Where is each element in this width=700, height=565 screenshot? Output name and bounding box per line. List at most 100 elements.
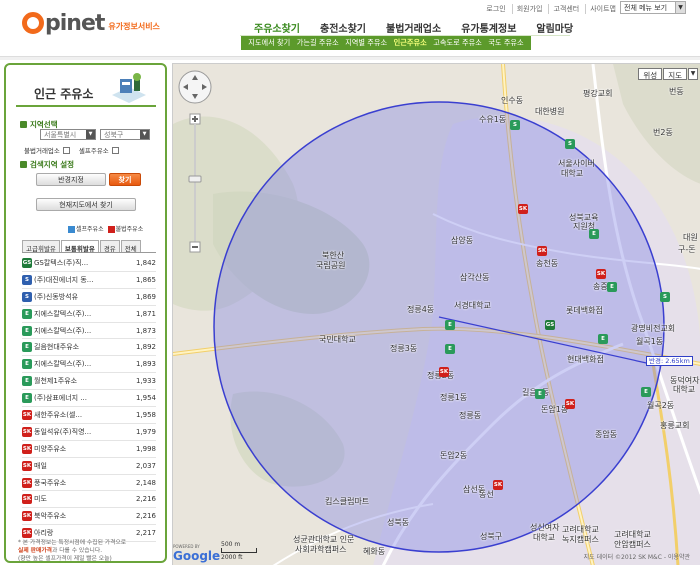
station-row[interactable]: SK 풍국주유소 2,148 [22,475,156,492]
map-station-pin[interactable]: E [589,229,599,239]
map-place-label: 현대백화점 [567,355,604,364]
station-price: 2,216 [135,512,156,521]
station-name: GS칼텍스(주)직... [34,258,89,267]
station-row[interactable]: SK 미양주유소 1,998 [22,441,156,458]
city-value: 서울특별시 [44,130,77,139]
map-station-pin[interactable]: E [445,344,455,354]
brand-icon: SK [22,460,32,471]
logo-text: pinet [45,10,105,36]
brand-icon: SK [22,528,32,539]
station-row[interactable]: SK 북악주유소 2,216 [22,508,156,526]
chevron-down-icon: ▼ [675,2,685,13]
station-name: 지에스칼텍스(주)... [34,326,92,335]
signup-link[interactable]: 회원가입 [511,4,547,14]
map-station-pin[interactable]: S [510,120,520,130]
map-station-pin[interactable]: E [641,387,651,397]
brand-icon: GS [22,257,32,268]
station-row[interactable]: E (주)삼표에너지 ... 1,954 [22,390,156,408]
station-row[interactable]: GS GS칼텍스(주)직... 1,842 [22,255,156,272]
station-name: 풍국주유소 [34,478,67,487]
google-logo[interactable]: POWERED BY Google [173,544,220,563]
station-price: 2,216 [135,495,156,504]
station-name: 지에스칼텍스(주)... [34,360,92,369]
map-station-pin[interactable]: SK [537,246,547,256]
map-station-pin[interactable]: SK [493,480,503,490]
logo-sub: 유가정보서비스 [108,21,160,31]
map-station-pin[interactable]: E [445,320,455,330]
map-place-label: 광명비전교회 [631,324,676,333]
brand-icon: SK [22,494,32,505]
brand-icon: SK [22,409,32,420]
station-row[interactable]: E 길음현대주유소 1,892 [22,339,156,357]
tab-all[interactable]: 전체 [120,240,141,253]
station-row[interactable]: SK 매일 2,037 [22,458,156,475]
map-station-pin[interactable]: E [535,389,545,399]
station-row[interactable]: E 지에스칼텍스(주)... 1,873 [22,323,156,340]
customer-center-link[interactable]: 고객센터 [548,4,583,14]
map-station-pin[interactable]: S [660,292,670,302]
subnav-route[interactable]: 가는길 주유소 [297,38,339,48]
station-row[interactable]: S (주)대진에너지 동... 1,865 [22,272,156,289]
station-row[interactable]: SK 미도 2,216 [22,491,156,509]
map-station-pin[interactable]: SK [596,269,606,279]
city-select[interactable]: 서울특별시 ▼ [40,129,96,140]
station-row[interactable]: E 지에스칼텍스(주)... 1,871 [22,306,156,323]
map-station-pin[interactable]: S [565,139,575,149]
station-row[interactable]: E 지에스칼텍스(주)... 1,893 [22,356,156,374]
map-type-satellite[interactable]: 위성 [638,68,663,80]
station-price: 1,871 [135,309,156,318]
legend-illegal-label: 불법주유소 [115,226,144,233]
illegal-checkbox[interactable] [62,146,70,154]
map-place-label: 대원 [683,233,698,242]
main-nav: 주유소찾기 충전소찾기 불법거래업소 유가통계정보 알림마당 [244,20,583,35]
nav-notice[interactable]: 알림마당 [526,20,583,35]
station-price: 1,954 [135,394,156,403]
scale-bar [221,548,257,553]
login-link[interactable]: 로그인 [482,4,509,14]
tab-regular[interactable]: 보통휘발유 [60,240,99,253]
self-checkbox[interactable] [111,146,119,154]
map-type-map[interactable]: 지도 [663,68,687,80]
opinet-logo[interactable]: pinet 유가정보서비스 [22,10,160,36]
station-row[interactable]: SK 새한주유소(셀... 1,958 [22,407,156,424]
map-place-label: 혜화동 [363,547,386,556]
nav-find-station[interactable]: 주유소찾기 [244,20,310,35]
subnav-region[interactable]: 지역별 주유소 [345,38,387,48]
chevron-down-icon: ▼ [140,130,149,139]
map-place-label: 구-돈 [678,245,696,254]
map-place-label: 대한병원 [535,107,565,116]
subnav-national-road[interactable]: 국도 주유소 [488,38,523,48]
map-place-label: 월곡2동 [647,401,675,410]
find-button[interactable]: 찾기 [109,173,141,186]
nav-find-charging[interactable]: 충전소찾기 [310,20,376,35]
search-current-map-button[interactable]: 현재지도에서 찾기 [36,198,136,211]
station-price: 1,998 [135,444,156,453]
map-station-pin[interactable]: SK [518,204,528,214]
nav-illegal-dealers[interactable]: 불법거래업소 [376,20,451,35]
fuel-tabs: 고급휘발유 보통휘발유 경유 전체 [22,240,156,253]
map-copyright[interactable]: 지도 데이터 ©2012 SK M&C - 이용약관 [584,552,690,561]
map-station-pin[interactable]: E [607,282,617,292]
map-station-pin[interactable]: GS [545,320,555,330]
chevron-down-icon[interactable]: ▼ [688,68,698,80]
sitemap-link[interactable]: 사이트맵 [585,4,620,14]
station-row[interactable]: S (주)신동방석유 1,869 [22,289,156,306]
tab-premium[interactable]: 고급휘발유 [22,240,60,253]
tab-diesel[interactable]: 경유 [99,240,120,253]
self-station-icon [68,226,75,233]
subnav-map-search[interactable]: 지도에서 찾기 [248,38,290,48]
nav-price-stats[interactable]: 유가통계정보 [451,20,526,35]
map-place-label: 돈암2동 [440,451,468,460]
radius-button[interactable]: 반경지정 [36,173,106,186]
station-row[interactable]: E 월천제1주유소 1,933 [22,373,156,391]
map-station-pin[interactable]: SK [439,367,449,377]
station-row[interactable]: SK 동일석유(주)직영... 1,979 [22,424,156,441]
map-station-pin[interactable]: SK [565,399,575,409]
brand-icon: E [22,359,32,370]
subnav-nearby[interactable]: 인근주유소 [394,38,427,48]
subnav-highway[interactable]: 고속도로 주유소 [433,38,482,48]
map-view[interactable]: 위성 지도 ▼ 인수동 수유1동 대한병원 평강교회 번2동 서울사이버 대학교 북한산 국립공… [172,63,700,565]
all-menu-select[interactable]: 전체 메뉴 보기 ▼ [620,1,686,14]
district-select[interactable]: 성북구 ▼ [100,129,150,140]
map-station-pin[interactable]: E [598,334,608,344]
